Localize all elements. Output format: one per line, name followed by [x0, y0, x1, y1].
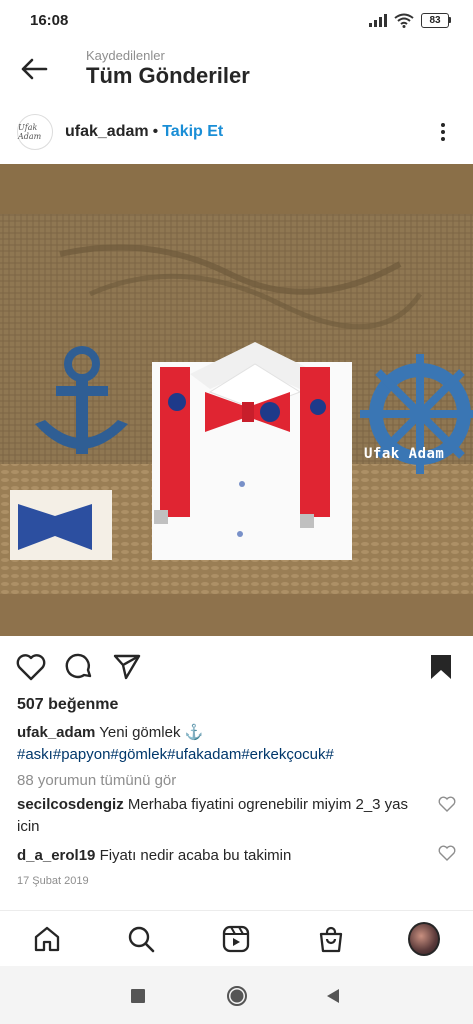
nav-profile[interactable]: [408, 922, 440, 956]
view-all-comments-link[interactable]: 88 yorumun tümünü gör: [17, 772, 176, 789]
home-icon: [34, 926, 60, 952]
comment-item: d_a_erol19 Fiyatı nedir acaba bu takimin: [17, 845, 417, 867]
circle-icon: [227, 986, 247, 1006]
triangle-back-icon: [327, 989, 339, 1003]
square-icon: [131, 989, 145, 1003]
post-author-avatar[interactable]: Ufak Adam: [17, 114, 53, 150]
bookmark-filled-icon: [431, 655, 451, 679]
recents-button[interactable]: [126, 984, 150, 1008]
status-bar: 16:08 83: [0, 0, 473, 40]
post-username[interactable]: ufak_adam: [65, 123, 149, 141]
shopping-bag-icon: [319, 926, 343, 953]
small-heart-icon: [438, 796, 456, 812]
reels-icon: [222, 925, 250, 953]
save-button[interactable]: [426, 652, 456, 682]
nav-shop[interactable]: [315, 923, 347, 955]
image-watermark: Ufak Adam: [364, 446, 445, 462]
wifi-icon: [394, 13, 414, 28]
post-photo: [0, 164, 473, 636]
back-arrow-icon: [21, 58, 48, 80]
caption: ufak_adam Yeni gömlek ⚓ #askı#papyon#göm…: [17, 722, 457, 766]
search-icon: [128, 926, 155, 953]
battery-icon: 83: [421, 12, 451, 28]
back-system-button[interactable]: [321, 984, 345, 1008]
post-image[interactable]: Ufak Adam: [0, 164, 473, 636]
page-title: Tüm Gönderiler: [86, 63, 250, 88]
post-actions: [0, 646, 473, 686]
bottom-nav: [0, 910, 473, 966]
nav-search[interactable]: [125, 923, 157, 955]
nav-home[interactable]: [31, 923, 63, 955]
share-button[interactable]: [112, 652, 142, 682]
more-dot-icon: [441, 137, 445, 141]
home-system-button[interactable]: [225, 984, 249, 1008]
follow-button[interactable]: Takip Et: [162, 123, 223, 141]
comment-like-button[interactable]: [438, 796, 456, 814]
comment-item: secilcosdengiz Merhaba fiyatini ogrenebi…: [17, 794, 417, 838]
nav-reels[interactable]: [220, 923, 252, 955]
bowtie-box: [10, 490, 112, 560]
comment-like-button[interactable]: [438, 845, 456, 863]
back-button[interactable]: [16, 51, 52, 87]
caption-hashtags[interactable]: #askı#papyon#gömlek#ufakadam#erkekçocuk#: [17, 744, 457, 766]
comment-username[interactable]: d_a_erol19: [17, 847, 95, 864]
system-nav-bar: [0, 966, 473, 1024]
comment-username[interactable]: secilcosdengiz: [17, 796, 124, 813]
caption-username[interactable]: ufak_adam: [17, 724, 95, 741]
small-heart-icon: [438, 845, 456, 861]
comment-text: Fiyatı nedir acaba bu takimin: [99, 847, 292, 864]
profile-avatar: [408, 922, 440, 956]
status-time: 16:08: [30, 11, 69, 29]
send-icon: [113, 654, 141, 680]
post-header: Ufak Adam ufak_adam • Takip Et: [0, 110, 473, 154]
more-dot-icon: [441, 123, 445, 127]
heart-icon: [16, 654, 46, 681]
like-count[interactable]: 507 beğenme: [17, 696, 118, 714]
like-button[interactable]: [16, 652, 46, 682]
comment-bubble-icon: [65, 653, 92, 679]
more-options-button[interactable]: [433, 120, 453, 144]
username-separator: •: [152, 123, 159, 140]
header-subtitle: Kaydedilenler: [86, 48, 165, 63]
page-header: Kaydedilenler Tüm Gönderiler: [0, 40, 473, 98]
status-icons: 83: [369, 12, 451, 28]
comment-button[interactable]: [64, 652, 94, 682]
caption-text: Yeni gömlek ⚓: [99, 724, 204, 741]
battery-level: 83: [421, 12, 449, 28]
more-dot-icon: [441, 130, 445, 134]
avatar-logo-text: Ufak Adam: [18, 123, 42, 141]
signal-icon: [369, 13, 387, 27]
header-titles: Kaydedilenler Tüm Gönderiler: [86, 49, 250, 89]
post-date: 17 Şubat 2019: [17, 875, 89, 887]
